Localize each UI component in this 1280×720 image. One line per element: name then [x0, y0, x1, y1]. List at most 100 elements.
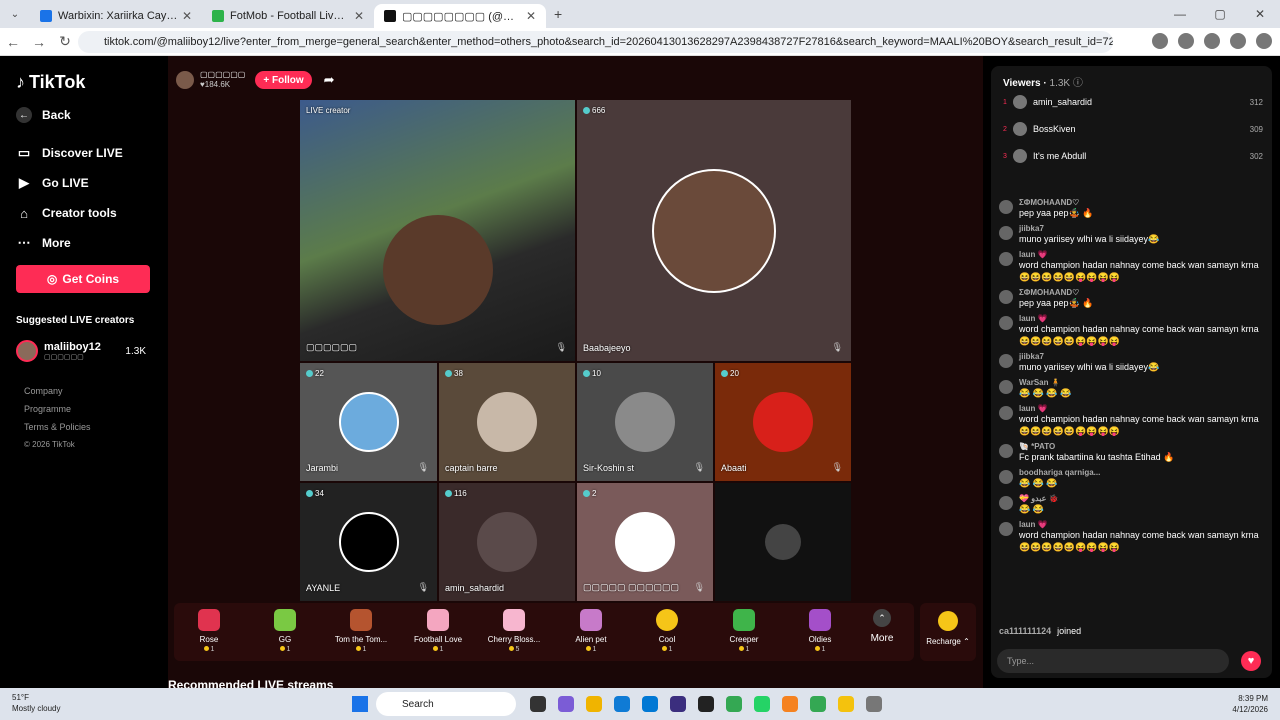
chat-message[interactable]: jiibka7 muno yariisey wlhi wa li siidayey… [999, 224, 1265, 245]
back-arrow-icon[interactable]: ← [0, 34, 26, 50]
follow-button[interactable]: + Follow [255, 71, 312, 89]
extension-icon[interactable] [1178, 33, 1194, 49]
guest-cell[interactable]: 22 Jarambi 🎙 [300, 363, 437, 481]
file-explorer-icon[interactable] [586, 696, 602, 712]
taskbar-search[interactable]: Search [376, 692, 516, 716]
close-icon[interactable]: ✕ [354, 9, 364, 23]
sidebar-item-more[interactable]: ⋯ More [16, 235, 160, 251]
forward-arrow-icon[interactable]: → [26, 34, 52, 50]
shield-icon[interactable] [1152, 33, 1168, 49]
empty-guest-slot[interactable] [715, 483, 851, 601]
outlook-icon[interactable] [642, 696, 658, 712]
guest-cell[interactable]: 34 AYANLE 🎙 [300, 483, 437, 601]
avatar[interactable] [176, 71, 194, 89]
windows-start-icon[interactable] [352, 696, 368, 712]
coin-icon: ◎ [46, 272, 58, 286]
chat-message[interactable]: laun 💗 word champion hadan nahnay come ba… [999, 520, 1265, 553]
chat-message[interactable]: ΣΦMOHAAND♡ pep yaa pep🤹 🔥 [999, 198, 1265, 219]
weather-widget[interactable]: 51°F Mostly cloudy [12, 692, 60, 714]
guest-cell[interactable]: 666 Baabajeeyo 🎙 [577, 100, 851, 361]
camera-icon: ▶ [19, 175, 29, 190]
chat-message[interactable]: boodhariga qarniga... 😂 😂 😂 [999, 468, 1265, 489]
back-button[interactable]: ← Back [16, 107, 160, 123]
suggested-creator-item[interactable]: maliiboy12 ▢▢▢▢▢▢ 1.3K [16, 340, 146, 362]
chat-message[interactable]: ΣΦMOHAAND♡ pep yaa pep🤹 🔥 [999, 288, 1265, 309]
gift-item[interactable]: Alien pet 1 [556, 609, 626, 653]
browser-tab-1[interactable]: Warbixin: Xariirka Caymiska ee✕ [30, 4, 202, 28]
chat-message[interactable]: 💝 عبدو 🐞 😂 😂 [999, 494, 1265, 515]
menu-icon[interactable] [1256, 33, 1272, 49]
get-coins-button[interactable]: ◎ Get Coins [16, 265, 150, 293]
app-icon[interactable] [698, 696, 714, 712]
footer-link-terms[interactable]: Terms & Policies [24, 418, 160, 436]
close-icon[interactable]: ✕ [182, 9, 192, 23]
mic-muted-icon: 🎙 [693, 582, 705, 592]
app-icon[interactable] [670, 696, 686, 712]
football-love-icon [427, 609, 449, 631]
guest-cell-host[interactable]: LIVE creator ▢▢▢▢▢▢ 🎙 [300, 100, 575, 361]
gift-item[interactable]: Tom the Tom... 1 [326, 609, 396, 653]
chat-message[interactable]: jiibka7 muno yariisey wlhi wa li siidayey… [999, 352, 1265, 373]
mic-muted-icon: 🎙 [555, 342, 567, 352]
chat-message[interactable]: WarSan 🧍 😂 😂 😂 😂 [999, 378, 1265, 399]
reload-icon[interactable]: ↻ [52, 33, 78, 50]
recharge-button[interactable]: Recharge ⌃ [920, 603, 976, 661]
top-viewer[interactable]: 3 It's me Abdull 302 [1003, 148, 1263, 164]
guest-cell[interactable]: 38 captain barre [439, 363, 575, 481]
viewers-heading[interactable]: Viewers · 1.3K ⓘ [1003, 74, 1083, 89]
top-viewer[interactable]: 2 BossKiven 309 [1003, 121, 1263, 137]
gift-item[interactable]: GG 1 [250, 609, 320, 653]
browser-tab-2[interactable]: FotMob - Football Live Scores✕ [202, 4, 374, 28]
top-viewer[interactable]: 1 amin_sahardid 312 [1003, 94, 1263, 110]
tiktok-logo[interactable]: ♪ TikTok [16, 72, 160, 93]
guest-cell[interactable]: 116 amin_sahardid [439, 483, 575, 601]
chat-message[interactable]: 🐚 *PATO Fc prank tabartiina ku tashta Eti… [999, 442, 1265, 463]
guest-cell[interactable]: 2 ▢▢▢▢▢ ▢▢▢▢▢▢ 🎙 [577, 483, 713, 601]
close-icon[interactable]: ✕ [526, 9, 536, 23]
multi-guest-grid: LIVE creator ▢▢▢▢▢▢ 🎙 666 Baabajeeyo 🎙 2… [300, 100, 851, 602]
mic-muted-icon: 🎙 [831, 462, 843, 472]
copyright: © 2026 TikTok [24, 440, 75, 449]
guest-cell[interactable]: 10 Sir-Koshin st 🎙 [577, 363, 713, 481]
footer-link-company[interactable]: Company [24, 382, 160, 400]
close-window-icon[interactable]: ✕ [1240, 0, 1280, 28]
tab-search-icon[interactable]: ⌄ [0, 9, 30, 20]
chat-message[interactable]: laun 💗 word champion hadan nahnay come ba… [999, 250, 1265, 283]
more-gifts-button[interactable]: ⌃ More [850, 609, 914, 644]
sidebar-item-creator-tools[interactable]: ⌂ Creator tools [16, 205, 160, 221]
sidebar-item-go-live[interactable]: ▶ Go LIVE [16, 175, 160, 191]
browser-tab-3[interactable]: ▢▢▢▢▢▢▢▢ (@maliiboy1✕ [374, 4, 546, 28]
host-video [382, 214, 493, 325]
minimize-icon[interactable]: — [1160, 0, 1200, 28]
guest-cell[interactable]: 20 Abaati 🎙 [715, 363, 851, 481]
chrome-icon[interactable] [810, 696, 826, 712]
settings-icon[interactable] [866, 696, 882, 712]
whatsapp-icon[interactable] [754, 696, 770, 712]
gift-item[interactable]: Cool 1 [632, 609, 702, 653]
copilot-icon[interactable] [558, 696, 574, 712]
edge-icon[interactable] [614, 696, 630, 712]
chat-message[interactable]: laun 💗 word champion hadan nahnay come ba… [999, 314, 1265, 347]
gift-item[interactable]: Creeper 1 [709, 609, 779, 653]
app-icon[interactable] [838, 696, 854, 712]
maximize-icon[interactable]: ▢ [1200, 0, 1240, 28]
chat-message[interactable]: laun 💗 word champion hadan nahnay come ba… [999, 404, 1265, 437]
task-view-icon[interactable] [530, 696, 546, 712]
gift-item[interactable]: Rose 1 [174, 609, 244, 653]
puzzle-icon[interactable] [1204, 33, 1220, 49]
chrome-icon[interactable] [726, 696, 742, 712]
profile-icon[interactable] [1230, 33, 1246, 49]
heart-icon[interactable]: ♥ [1241, 651, 1261, 671]
gift-item[interactable]: Football Love 1 [403, 609, 473, 653]
gift-item[interactable]: Oldies 1 [785, 609, 855, 653]
sidebar-item-discover-live[interactable]: ▭ Discover LIVE [16, 145, 160, 161]
taskbar-clock[interactable]: 8:39 PM 4/12/2026 [1232, 693, 1268, 715]
gift-item[interactable]: Cherry Bloss... 5 [479, 609, 549, 653]
footer-link-programme[interactable]: Programme [24, 400, 160, 418]
app-icon[interactable] [782, 696, 798, 712]
new-tab-icon[interactable]: + [554, 6, 562, 22]
share-icon[interactable]: ➦ [324, 72, 335, 88]
avatar [615, 392, 675, 452]
url-field[interactable]: tiktok.com/@maliiboy12/live?enter_from_m… [78, 31, 1113, 53]
chat-input[interactable]: Type... [997, 649, 1229, 673]
